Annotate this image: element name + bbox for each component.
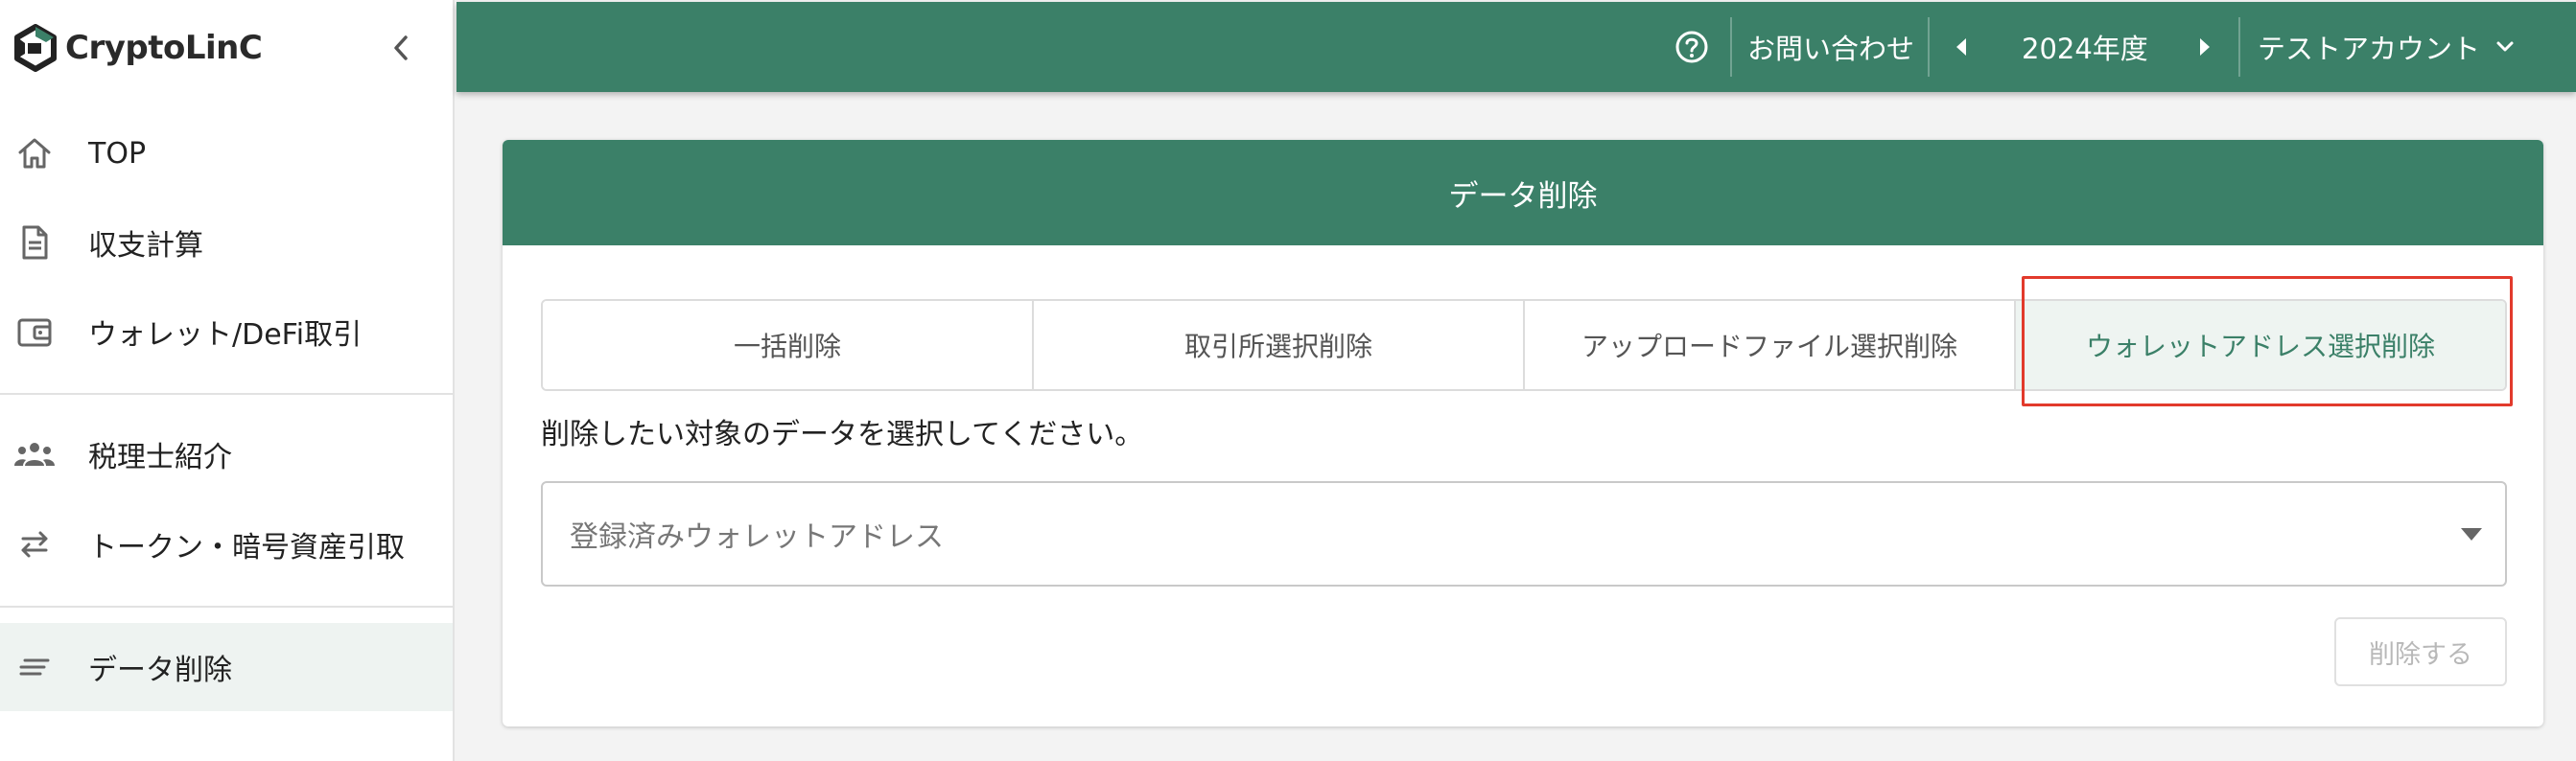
sidebar-item-label: トークン・暗号資産引取 [88,531,405,565]
sidebar: CryptoLinC TOP 収支計算 ウォレット/DeFi取引 税理士紹介 ト… [0,0,455,761]
tab-bulk-delete[interactable]: 一括削除 [543,301,1034,389]
home-icon [13,132,56,174]
prev-year-button[interactable] [1955,2,1968,92]
sidebar-divider [0,393,453,395]
instruction-text: 削除したい対象のデータを選択してください。 [541,418,1144,451]
wallet-icon [13,311,56,353]
help-circle-icon [1674,30,1709,64]
brand-name: CryptoLinC [65,29,263,67]
page-title: データ削除 [1448,178,1598,214]
brand[interactable]: CryptoLinC [12,21,263,75]
sidebar-item-label: 税理士紹介 [88,441,232,474]
sidebar-item-data-delete[interactable]: データ削除 [0,623,453,711]
sidebar-item-tax-accountant[interactable]: 税理士紹介 [0,410,453,498]
sidebar-item-top[interactable]: TOP [0,109,453,197]
chevron-down-icon [2495,40,2515,54]
account-label: テストアカウント [2258,33,2481,65]
tab-upload-file-delete[interactable]: アップロードファイル選択削除 [1525,301,2016,389]
year-label: 2024年度 [2022,33,2148,65]
account-menu[interactable]: テストアカウント [2258,2,2515,92]
topbar-divider [2238,17,2240,77]
topbar-divider [1730,17,1732,77]
contact-button[interactable]: お問い合わせ [1747,2,1914,92]
sidebar-item-label: データ削除 [88,654,232,687]
sidebar-item-wallet-defi[interactable]: ウォレット/DeFi取引 [0,288,453,376]
select-placeholder: 登録済みウォレットアドレス [570,520,944,554]
caret-right-icon [2198,36,2212,58]
contact-label: お問い合わせ [1747,33,1915,65]
card-header: データ削除 [503,140,2543,245]
app-root: CryptoLinC TOP 収支計算 ウォレット/DeFi取引 税理士紹介 ト… [0,0,2576,761]
collapse-sidebar-button[interactable] [382,25,420,71]
delete-mode-tabs: 一括削除 取引所選択削除 アップロードファイル選択削除 ウォレットアドレス選択削… [541,299,2507,391]
sidebar-item-label: TOP [88,136,147,171]
data-delete-card: データ削除 一括削除 取引所選択削除 アップロードファイル選択削除 ウォレットア… [503,140,2543,726]
dropdown-arrow-icon [2461,528,2482,541]
delete-button[interactable]: 削除する [2334,617,2507,686]
lines-icon [13,646,56,688]
tab-exchange-delete[interactable]: 取引所選択削除 [1034,301,1525,389]
people-icon [13,433,56,475]
chevron-left-icon [390,34,411,62]
brand-logo-icon [12,24,59,72]
top-bar: お問い合わせ 2024年度 テストアカウント [457,2,2576,92]
contact-link[interactable] [1674,2,1709,92]
sidebar-divider [0,606,453,608]
swap-arrows-icon [13,523,56,565]
sidebar-item-calculation[interactable]: 収支計算 [0,198,453,287]
document-icon [13,221,56,264]
year-selector[interactable]: 2024年度 [2022,2,2148,92]
sidebar-item-token-transfer[interactable]: トークン・暗号資産引取 [0,500,453,588]
next-year-button[interactable] [2198,2,2212,92]
wallet-address-select[interactable]: 登録済みウォレットアドレス [541,481,2507,587]
tab-wallet-address-delete[interactable]: ウォレットアドレス選択削除 [2016,301,2505,389]
topbar-divider [1928,17,1930,77]
sidebar-item-label: ウォレット/DeFi取引 [88,318,363,352]
sidebar-item-label: 収支計算 [88,229,203,263]
caret-left-icon [1955,36,1968,58]
